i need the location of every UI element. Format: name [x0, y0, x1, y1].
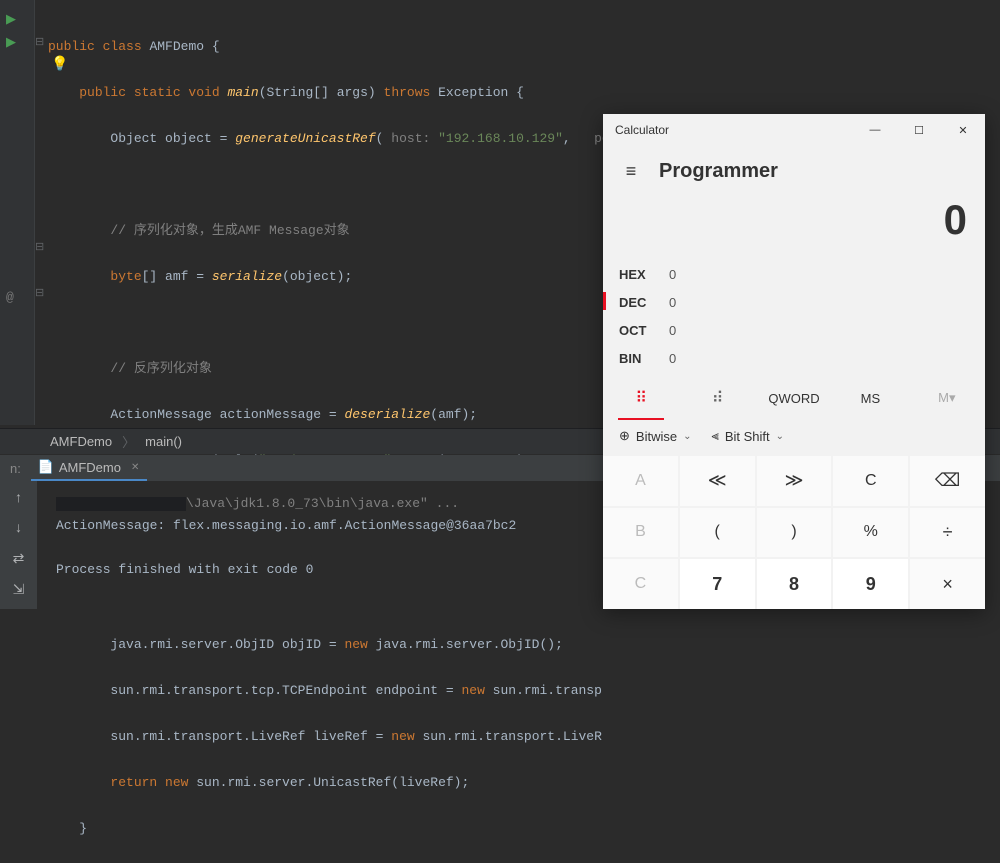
run-tab[interactable]: 📄 AMFDemo ✕	[31, 455, 148, 481]
calculator-header: ≡ Programmer	[603, 146, 985, 196]
fold-gutter: ⊟ ⊟ ⊟ 💡	[35, 0, 47, 425]
percent-button[interactable]: %	[833, 508, 908, 558]
digit-8-button[interactable]: 8	[757, 559, 832, 609]
number-bases: HEX 0 DEC 0 OCT 0 BIN 0	[603, 260, 985, 372]
input-mode-tabs: ⠿ ⠾ QWORD MS M▾	[603, 376, 985, 420]
hex-a-button[interactable]: A	[603, 456, 678, 506]
digit-9-button[interactable]: 9	[833, 559, 908, 609]
lparen-button[interactable]: (	[680, 508, 755, 558]
word-size-button[interactable]: QWORD	[756, 376, 832, 420]
close-icon[interactable]: ✕	[131, 462, 139, 473]
maximize-button[interactable]: ☐	[897, 114, 941, 146]
run-icon[interactable]: ▶	[6, 35, 18, 47]
fold-minus-icon[interactable]: ⊟	[35, 286, 44, 300]
clear-button[interactable]: C	[833, 456, 908, 506]
backspace-button[interactable]: ⌫	[910, 456, 985, 506]
bitshift-icon: ⫷	[711, 428, 718, 444]
console-toolbar: ↑ ↓ ⇄ ⇲	[0, 481, 38, 609]
bitwise-dropdown[interactable]: ⊕ Bitwise ⌄	[619, 428, 691, 444]
hex-b-button[interactable]: B	[603, 508, 678, 558]
close-button[interactable]: ✕	[941, 114, 985, 146]
java-file-icon: 📄	[39, 460, 53, 474]
toolwindow-label: n:	[0, 461, 31, 476]
arrow-down-icon[interactable]: ↓	[14, 521, 22, 537]
hex-c-button[interactable]: C	[603, 559, 678, 609]
window-title: Calculator	[615, 123, 853, 137]
breadcrumb-method[interactable]: main()	[145, 434, 182, 449]
bit-toggle-mode-icon[interactable]: ⠾	[679, 376, 755, 420]
scroll-to-end-icon[interactable]: ⇲	[13, 582, 25, 599]
comment: // 反序列化对象	[48, 357, 688, 380]
run-icon[interactable]: ▶	[6, 12, 18, 24]
fold-minus-icon[interactable]: ⊟	[35, 35, 44, 49]
chevron-right-icon: 〉	[122, 432, 135, 451]
at-annotation-icon: @	[6, 290, 18, 302]
rparen-button[interactable]: )	[757, 508, 832, 558]
soft-wrap-icon[interactable]: ⇄	[13, 551, 25, 568]
method-main: main	[227, 85, 258, 100]
left-shift-button[interactable]: ≪	[680, 456, 755, 506]
divide-button[interactable]: ÷	[910, 508, 985, 558]
chevron-down-icon: ⌄	[776, 431, 784, 442]
fold-minus-icon[interactable]: ⊟	[35, 240, 44, 254]
base-bin[interactable]: BIN 0	[619, 344, 969, 372]
calculator-mode-title: Programmer	[659, 160, 778, 183]
bitwise-icon: ⊕	[619, 428, 630, 444]
multiply-button[interactable]: ×	[910, 559, 985, 609]
bitshift-dropdown[interactable]: ⫷ Bit Shift ⌄	[711, 428, 784, 444]
base-dec[interactable]: DEC 0	[619, 288, 969, 316]
digit-7-button[interactable]: 7	[680, 559, 755, 609]
editor-gutter: ▶ ▶ @	[0, 0, 35, 425]
right-shift-button[interactable]: ≫	[757, 456, 832, 506]
chevron-down-icon: ⌄	[683, 431, 691, 442]
titlebar: Calculator — ☐ ✕	[603, 114, 985, 146]
keypad: A ≪ ≫ C ⌫ B ( ) % ÷ C 7 8 9 ×	[603, 456, 985, 609]
memory-dropdown-button[interactable]: M▾	[909, 376, 985, 420]
operation-toggles: ⊕ Bitwise ⌄ ⫷ Bit Shift ⌄	[603, 420, 985, 456]
memory-store-button[interactable]: MS	[832, 376, 908, 420]
comment: // 序列化对象，生成AMF Message对象	[48, 219, 688, 242]
keypad-mode-icon[interactable]: ⠿	[603, 376, 679, 420]
minimize-button[interactable]: —	[853, 114, 897, 146]
base-hex[interactable]: HEX 0	[619, 260, 969, 288]
breadcrumb-class[interactable]: AMFDemo	[50, 434, 112, 449]
calculator-window: Calculator — ☐ ✕ ≡ Programmer 0 HEX 0 DE…	[603, 114, 985, 609]
arrow-up-icon[interactable]: ↑	[14, 491, 22, 507]
calculator-display: 0	[603, 196, 985, 260]
redacted-path	[56, 497, 186, 511]
hamburger-icon[interactable]: ≡	[611, 161, 651, 182]
base-oct[interactable]: OCT 0	[619, 316, 969, 344]
